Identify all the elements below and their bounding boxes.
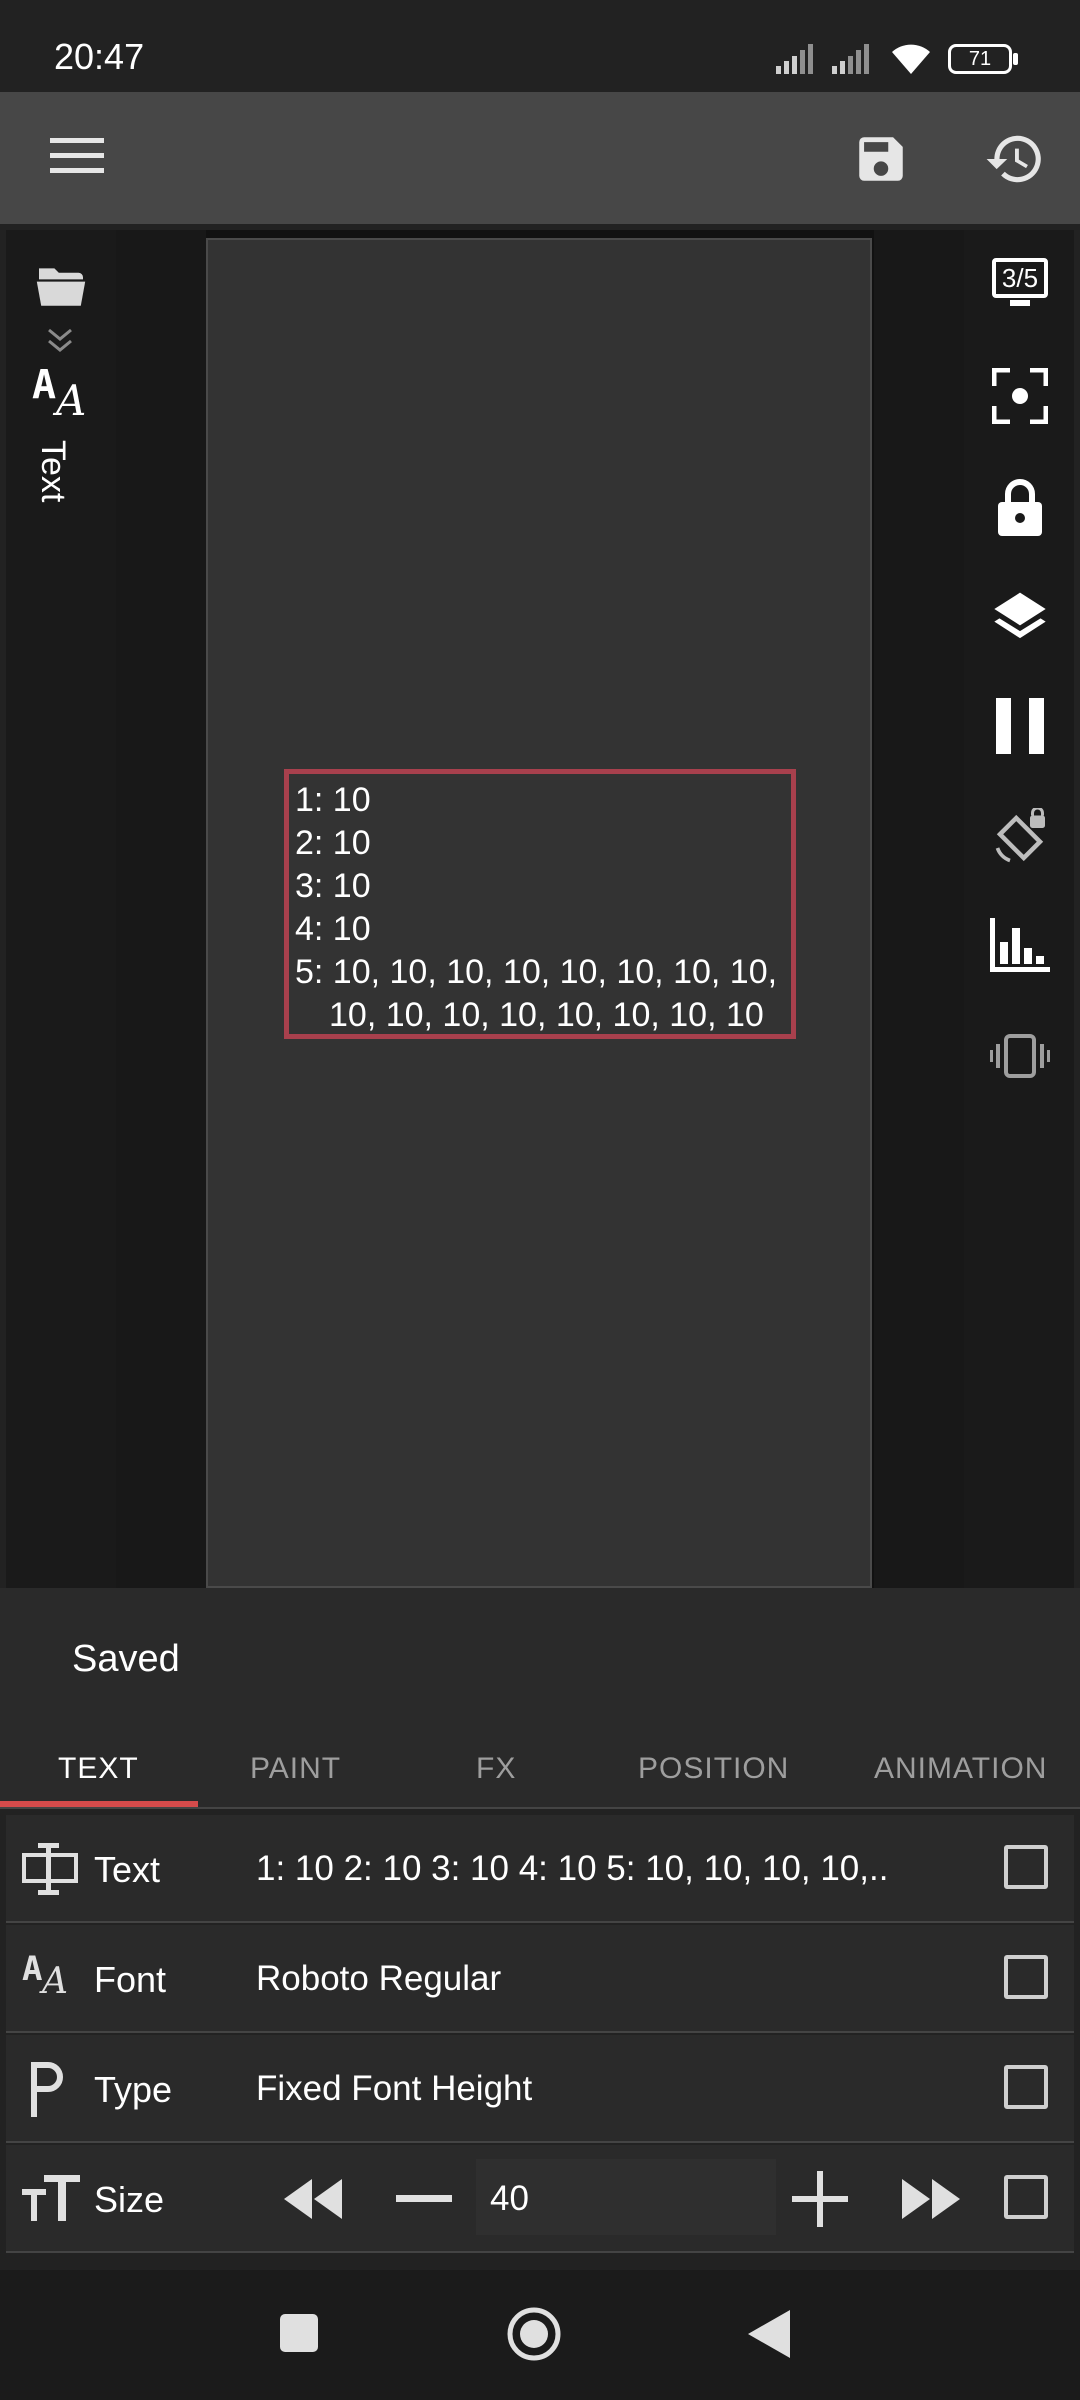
property-row-type: Type Fixed Font Height xyxy=(6,2035,1074,2143)
tab-fx[interactable]: FX xyxy=(476,1752,516,1786)
text-value-field[interactable]: 1: 10 2: 10 3: 10 4: 10 5: 10, 10, 10, 1… xyxy=(256,1829,996,1905)
tab-animation[interactable]: ANIMATION xyxy=(874,1752,1047,1786)
property-label: Size xyxy=(94,2179,165,2220)
property-label: Font xyxy=(94,1959,167,2000)
pause-icon[interactable] xyxy=(994,698,1046,754)
type-value-field[interactable]: Fixed Font Height xyxy=(256,2049,996,2125)
text-line-6: 10, 10, 10, 10, 10, 10, 10, 10 xyxy=(329,996,764,1034)
property-label: Type xyxy=(94,2069,173,2110)
monitor-icon[interactable]: 3/5 xyxy=(992,258,1048,312)
font-icon: A A xyxy=(22,1949,68,2002)
font-value-field[interactable]: Roboto Regular xyxy=(256,1939,996,2015)
battery-level: 71 xyxy=(968,48,992,70)
text-field-icon xyxy=(22,1843,78,1895)
focus-icon[interactable] xyxy=(992,368,1048,424)
fast-rewind-icon[interactable] xyxy=(284,2179,342,2219)
font-value: Roboto Regular xyxy=(256,1959,502,1998)
vibrate-icon[interactable] xyxy=(990,1032,1050,1080)
home-icon[interactable] xyxy=(506,2306,562,2362)
back-icon[interactable] xyxy=(748,2310,790,2358)
signal-icon xyxy=(776,44,813,74)
tab-paint[interactable]: PAINT xyxy=(250,1752,341,1786)
text-size-icon xyxy=(22,2175,80,2221)
save-icon[interactable] xyxy=(852,130,910,188)
tab-position[interactable]: POSITION xyxy=(638,1752,789,1786)
text-line-3: 3: 10 xyxy=(295,867,371,905)
paragraph-icon xyxy=(31,2062,63,2117)
minus-icon[interactable] xyxy=(396,2195,452,2203)
history-icon[interactable] xyxy=(984,128,1046,190)
tool-label: Text xyxy=(34,440,76,520)
size-value: 40 xyxy=(490,2179,529,2218)
font-checkbox[interactable] xyxy=(1004,1955,1048,1999)
type-checkbox[interactable] xyxy=(1004,2065,1048,2109)
divider xyxy=(0,1807,1080,1809)
battery-icon: 71 xyxy=(948,44,1012,74)
text-line-1: 1: 10 xyxy=(295,781,371,819)
text-line-4: 4: 10 xyxy=(295,910,371,948)
plus-icon[interactable] xyxy=(792,2171,848,2227)
toolbar xyxy=(0,92,1080,224)
text-line-2: 2: 10 xyxy=(295,824,371,862)
tab-text[interactable]: TEXT xyxy=(58,1752,139,1786)
type-value: Fixed Font Height xyxy=(256,2069,533,2108)
property-label: Text xyxy=(94,1849,161,1890)
property-row-text: Text 1: 10 2: 10 3: 10 4: 10 5: 10, 10, … xyxy=(6,1815,1074,1923)
monitor-badge: 3/5 xyxy=(1001,263,1039,293)
property-row-size: Size 40 xyxy=(6,2145,1074,2253)
status-time: 20:47 xyxy=(54,36,145,77)
menu-icon[interactable] xyxy=(50,136,104,176)
right-panel xyxy=(964,230,1074,1588)
chart-icon[interactable] xyxy=(990,918,1050,972)
recents-icon[interactable] xyxy=(280,2314,318,2352)
lock-icon[interactable] xyxy=(996,478,1044,536)
size-checkbox[interactable] xyxy=(1004,2175,1048,2219)
signal-icon xyxy=(832,44,869,74)
left-panel xyxy=(6,230,116,1588)
tool-label-text: Text xyxy=(34,440,72,503)
wifi-icon xyxy=(892,44,930,74)
property-row-font: A A Font Roboto Regular xyxy=(6,1925,1074,2033)
text-value: 1: 10 2: 10 3: 10 4: 10 5: 10, 10, 10, 1… xyxy=(256,1849,889,1888)
layers-icon[interactable] xyxy=(992,588,1048,644)
canvas-margin-left xyxy=(116,230,206,1588)
canvas-margin-right xyxy=(874,230,964,1588)
snackbar-text: Saved xyxy=(72,1638,180,1680)
text-checkbox[interactable] xyxy=(1004,1845,1048,1889)
folder-icon[interactable] xyxy=(34,264,88,308)
double-chevron-down-icon[interactable] xyxy=(46,326,74,356)
text-layer-selection[interactable]: 1: 10 2: 10 3: 10 4: 10 5: 10, 10, 10, 1… xyxy=(284,769,796,1039)
size-input[interactable]: 40 xyxy=(476,2159,776,2235)
text-line-5: 5: 10, 10, 10, 10, 10, 10, 10, 10, xyxy=(295,953,778,991)
screen-rotation-lock-icon[interactable] xyxy=(990,808,1050,868)
text-font-icon[interactable]: A A xyxy=(30,362,94,425)
battery-tip xyxy=(1013,53,1018,65)
fast-forward-icon[interactable] xyxy=(902,2179,960,2219)
